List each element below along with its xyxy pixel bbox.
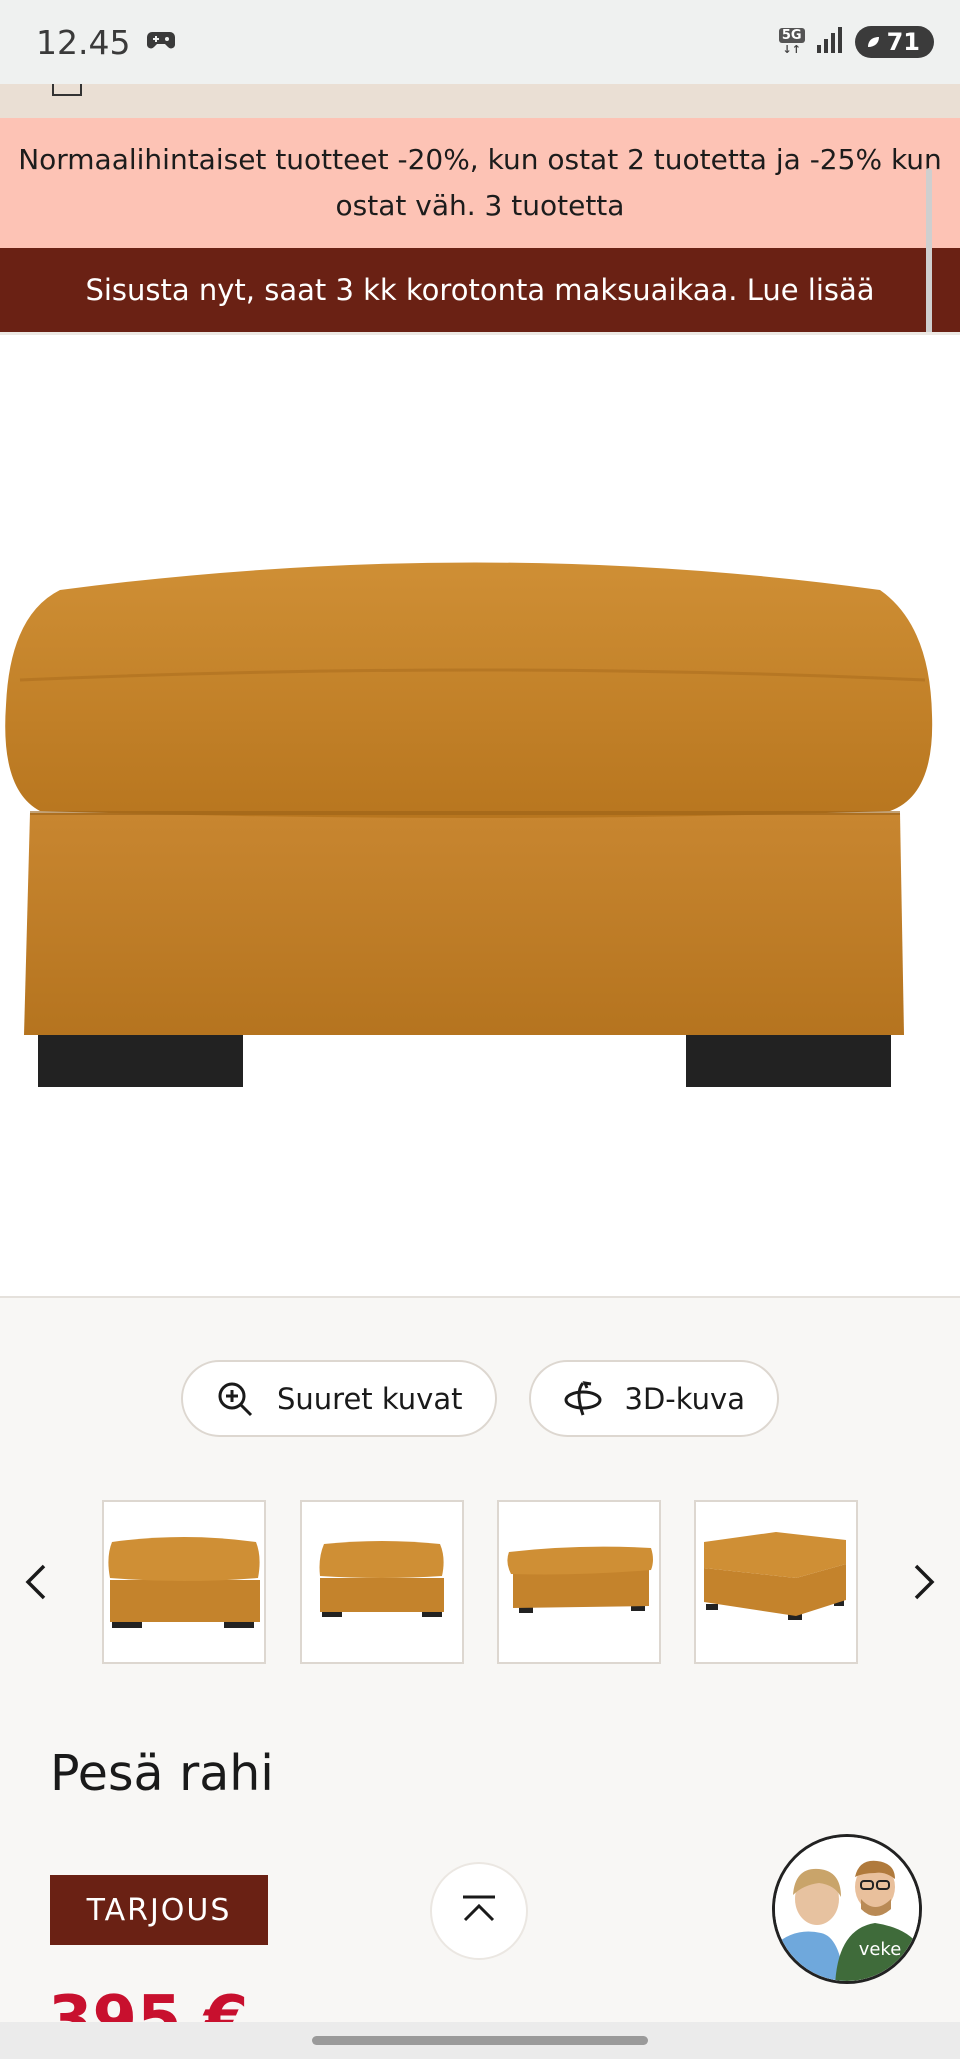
thumbnail-3[interactable] [497, 1500, 661, 1664]
thumbnail-4[interactable] [694, 1500, 858, 1664]
view-3d-label: 3D-kuva [624, 1381, 745, 1416]
view-3d-button[interactable]: 3D-kuva [528, 1360, 779, 1437]
svg-text:veke: veke [859, 1939, 902, 1960]
promo-banner[interactable]: Normaalihintaiset tuotteet -20%, kun ost… [0, 118, 960, 248]
product-title: Pesä rahi [50, 1745, 274, 1802]
scroll-to-top-icon [460, 1894, 498, 1928]
product-hero-image[interactable] [0, 332, 960, 1298]
thumbnail-2[interactable] [300, 1500, 464, 1664]
product-price: 395 € [48, 1983, 249, 2022]
ottoman-image [5, 562, 933, 1087]
finance-banner[interactable]: Sisusta nyt, saat 3 kk korotonta maksuai… [0, 248, 960, 332]
scroll-to-top-button[interactable] [430, 1862, 528, 1960]
home-indicator[interactable] [312, 2036, 648, 2045]
network-type-icon: 5G ↓↑ [778, 28, 805, 56]
thumbnail-carousel [0, 1500, 960, 1664]
chat-avatars: veke [775, 1837, 919, 1981]
chevron-right-icon[interactable] [904, 1550, 944, 1614]
image-actions: Suuret kuvat 3D-kuva [0, 1360, 960, 1437]
status-bar: 12.45 5G ↓↑ 71 [0, 0, 960, 84]
sale-badge: TARJOUS [50, 1875, 268, 1945]
finance-text: Sisusta nyt, saat 3 kk korotonta maksuai… [85, 273, 875, 307]
promo-text: Normaalihintaiset tuotteet -20%, kun ost… [18, 143, 942, 222]
sale-badge-label: TARJOUS [86, 1892, 232, 1928]
zoom-in-icon [215, 1379, 255, 1419]
status-time: 12.45 [36, 22, 131, 62]
menu-icon[interactable] [52, 84, 82, 96]
large-images-label: Suuret kuvat [277, 1381, 463, 1416]
large-images-button[interactable]: Suuret kuvat [181, 1360, 497, 1437]
rotate-3d-icon [563, 1379, 603, 1419]
gesture-bar [0, 2022, 960, 2059]
thumbnail-1[interactable] [102, 1500, 266, 1664]
header-strip [0, 84, 960, 118]
chevron-left-icon[interactable] [16, 1550, 56, 1614]
battery-icon: 71 [854, 26, 945, 58]
game-controller-icon [146, 23, 176, 62]
customer-service-chat-button[interactable]: veke [772, 1834, 922, 1984]
signal-icon [815, 25, 845, 59]
